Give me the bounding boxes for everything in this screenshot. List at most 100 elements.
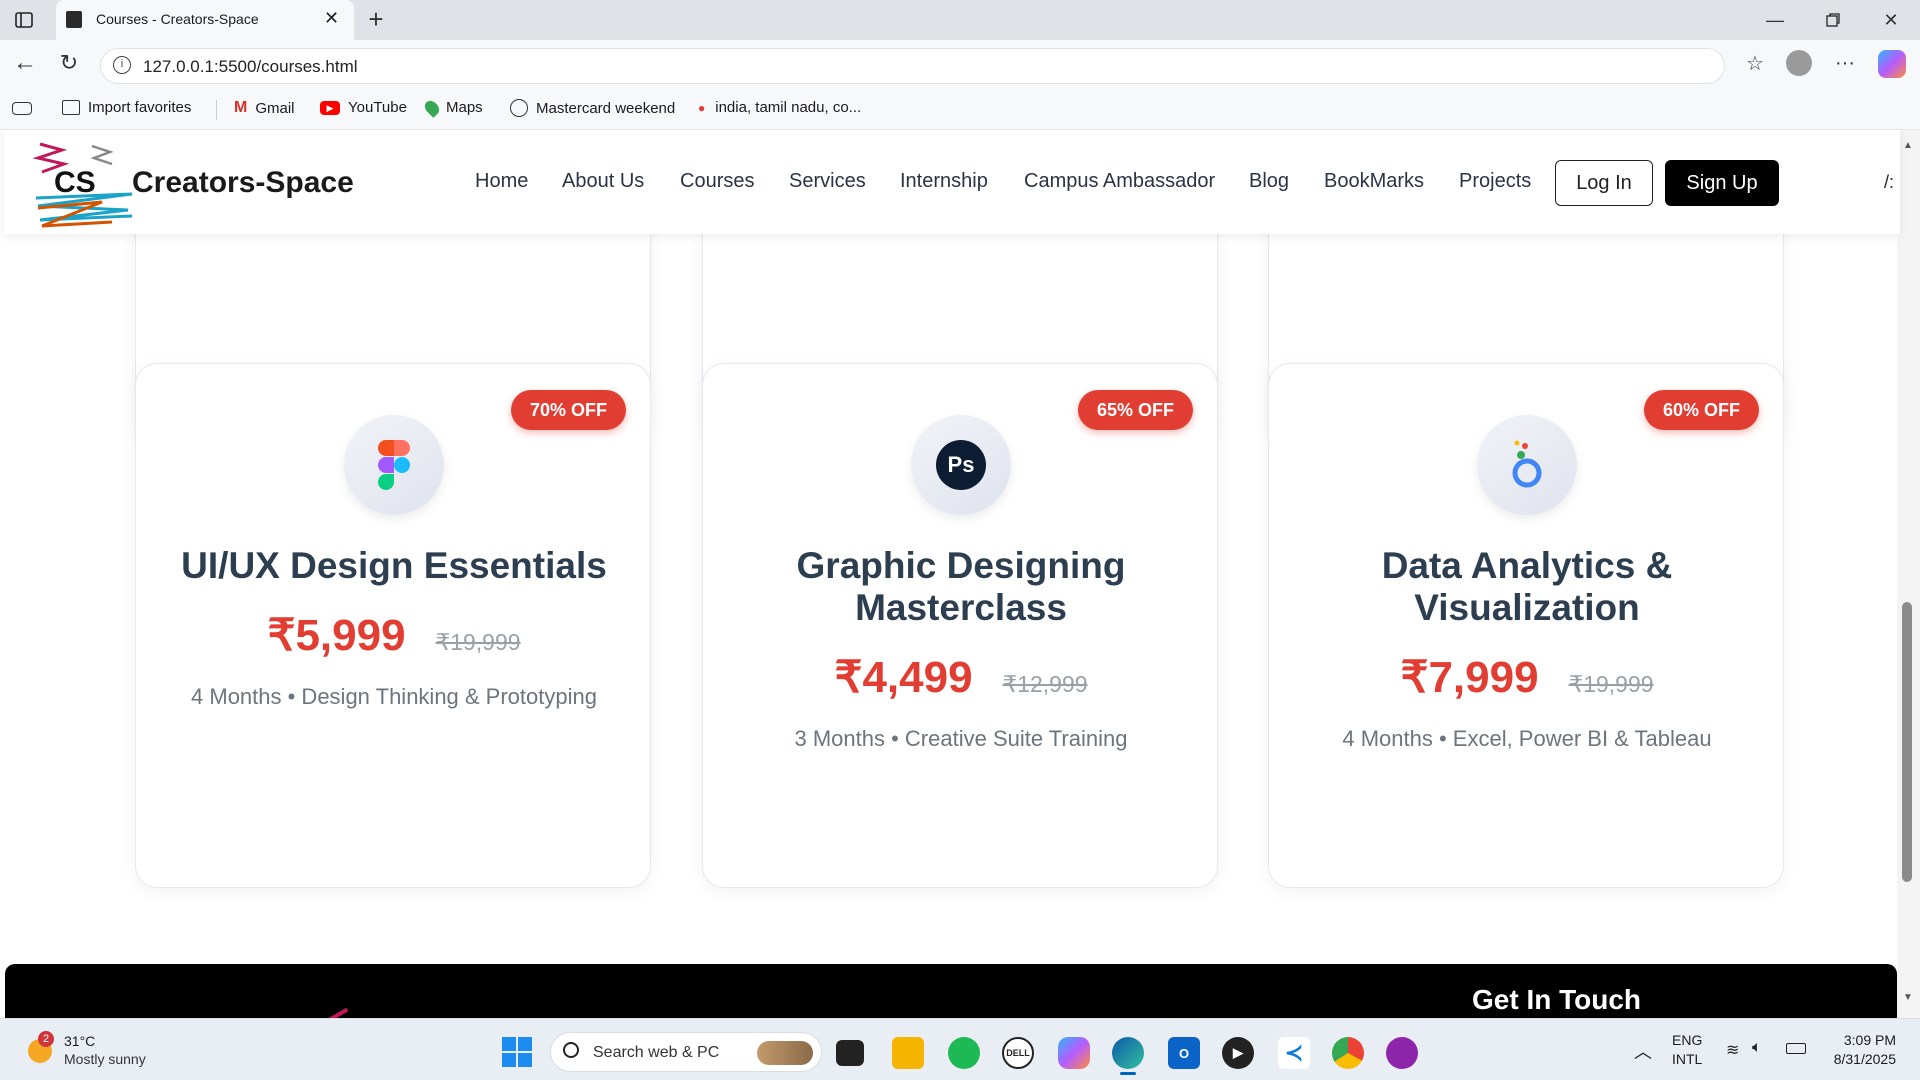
browser-tab-bar: Courses - Creators-Space ✕ + — ✕ xyxy=(0,0,1920,40)
minimize-icon[interactable]: — xyxy=(1760,6,1790,34)
nav-bookmarks[interactable]: BookMarks xyxy=(1324,170,1424,193)
weather-temp: 31°C xyxy=(64,1033,96,1049)
course-price: ₹4,499 xyxy=(834,653,973,702)
back-icon[interactable]: ← xyxy=(10,48,40,78)
close-tab-icon[interactable]: ✕ xyxy=(324,8,339,29)
signup-button[interactable]: Sign Up xyxy=(1665,160,1779,206)
price-row: ₹4,499 ₹12,999 xyxy=(703,652,1219,703)
fav-mastercard[interactable]: Mastercard weekend xyxy=(510,99,675,117)
profile-avatar-icon[interactable] xyxy=(1786,50,1812,76)
course-old-price: ₹19,999 xyxy=(1568,671,1654,697)
site-navbar: CS Creators-Space Home About Us Courses … xyxy=(4,130,1900,234)
page-scrollbar[interactable]: ▲ ▼ xyxy=(1897,130,1920,1018)
address-bar[interactable]: i 127.0.0.1:5500/courses.html xyxy=(100,48,1725,84)
login-button[interactable]: Log In xyxy=(1555,160,1653,206)
photoshop-icon: Ps xyxy=(936,440,986,490)
battery-icon[interactable] xyxy=(1786,1043,1806,1054)
price-row: ₹7,999 ₹19,999 xyxy=(1269,652,1785,703)
search-icon xyxy=(563,1042,579,1058)
globe-icon xyxy=(510,99,528,117)
weather-desc: Mostly sunny xyxy=(64,1051,146,1067)
spotify-icon[interactable] xyxy=(948,1037,980,1069)
course-meta: 4 Months • Excel, Power BI & Tableau xyxy=(1342,726,1712,751)
nav-projects[interactable]: Projects xyxy=(1459,170,1531,193)
course-title[interactable]: Graphic Designing Masterclass xyxy=(793,545,1129,629)
wifi-icon[interactable]: ≋ xyxy=(1726,1040,1739,1060)
refresh-icon[interactable]: ↻ xyxy=(54,48,84,78)
fav-maps[interactable]: Maps xyxy=(422,97,483,118)
course-price: ₹5,999 xyxy=(267,611,406,660)
clock-time: 3:09 PM xyxy=(1843,1032,1896,1048)
active-tab[interactable]: Courses - Creators-Space ✕ xyxy=(56,0,354,40)
favorites-icon[interactable]: ☆ xyxy=(1740,48,1770,78)
copilot-app-icon[interactable] xyxy=(1058,1037,1090,1069)
search-highlight-icon xyxy=(757,1041,813,1065)
volume-icon[interactable]: 🔈︎ xyxy=(1752,1039,1762,1057)
course-old-price: ₹19,999 xyxy=(435,629,521,655)
weather-widget[interactable]: 2 31°C Mostly sunny xyxy=(24,1031,164,1071)
fav-location[interactable]: ● india, tamil nadu, co... xyxy=(698,99,861,116)
podcast-app-icon[interactable] xyxy=(1386,1037,1418,1069)
brand-name[interactable]: Creators-Space xyxy=(132,166,354,200)
edge-icon[interactable] xyxy=(1112,1037,1144,1069)
copilot-icon[interactable] xyxy=(1878,50,1906,78)
site-info-icon[interactable]: i xyxy=(113,56,131,74)
language-indicator[interactable]: ENG INTL xyxy=(1672,1031,1702,1069)
weather-alert-badge: 2 xyxy=(38,1031,54,1047)
nav-internship[interactable]: Internship xyxy=(900,170,988,193)
clock-date: 8/31/2025 xyxy=(1833,1051,1896,1067)
nav-home[interactable]: Home xyxy=(475,170,528,193)
media-player-icon[interactable]: ▶ xyxy=(1222,1037,1254,1069)
scrollbar-thumb[interactable] xyxy=(1902,602,1912,882)
brand-logo[interactable]: CS xyxy=(32,136,138,232)
show-hidden-icons[interactable]: ︿ xyxy=(1634,1038,1652,1064)
outlook-icon[interactable]: O xyxy=(1168,1037,1200,1069)
chrome-icon[interactable] xyxy=(1332,1037,1364,1069)
course-logo xyxy=(1477,415,1577,515)
page-viewport: CS Creators-Space Home About Us Courses … xyxy=(0,130,1920,1018)
scroll-up-icon[interactable]: ▲ xyxy=(1903,140,1913,151)
looker-studio-icon xyxy=(1512,440,1542,488)
file-explorer-icon[interactable] xyxy=(892,1037,924,1069)
fav-divider xyxy=(216,100,217,120)
windows-logo-icon xyxy=(502,1037,516,1051)
scroll-down-icon[interactable]: ▼ xyxy=(1903,992,1913,1003)
clock[interactable]: 3:09 PM 8/31/2025 xyxy=(1826,1031,1896,1069)
vscode-icon[interactable]: ≺ xyxy=(1278,1037,1310,1069)
price-row: ₹5,999 ₹19,999 xyxy=(136,610,652,661)
fav-import[interactable]: Import favorites xyxy=(62,99,191,116)
course-title[interactable]: UI/UX Design Essentials xyxy=(136,545,652,587)
figma-icon xyxy=(378,440,410,490)
import-icon xyxy=(62,100,80,115)
nav-blog[interactable]: Blog xyxy=(1249,170,1289,193)
course-card[interactable]: 60% OFF Data Analytics & Visualization ₹… xyxy=(1268,363,1784,888)
course-logo: Ps xyxy=(911,415,1011,515)
url-text[interactable]: 127.0.0.1:5500/courses.html xyxy=(143,57,358,77)
fav-gmail[interactable]: M Gmail xyxy=(234,99,295,117)
restore-icon[interactable] xyxy=(1818,6,1848,34)
drop-icon: ● xyxy=(698,100,706,115)
tab-favicon-icon xyxy=(66,11,82,28)
theme-toggle[interactable]: /: xyxy=(1884,172,1894,193)
footer-logo-scribble-icon xyxy=(323,1007,349,1018)
course-price: ₹7,999 xyxy=(1400,653,1539,702)
nav-services[interactable]: Services xyxy=(789,170,866,193)
task-view-icon[interactable] xyxy=(836,1040,864,1066)
search-placeholder: Search web & PC xyxy=(593,1044,720,1061)
nav-campus-ambassador[interactable]: Campus Ambassador xyxy=(1024,170,1215,193)
nav-courses[interactable]: Courses xyxy=(680,170,754,193)
course-card[interactable]: 70% OFF UI/UX Design Essentials ₹5,999 ₹… xyxy=(135,363,651,888)
fav-youtube[interactable]: ▶ YouTube xyxy=(320,99,407,116)
course-logo xyxy=(344,415,444,515)
course-card[interactable]: 65% OFF Ps Graphic Designing Masterclass… xyxy=(702,363,1218,888)
collections-icon[interactable] xyxy=(12,102,32,115)
taskbar-search[interactable]: Search web & PC xyxy=(550,1032,822,1072)
dell-icon[interactable]: DELL xyxy=(1002,1037,1034,1069)
course-title[interactable]: Data Analytics & Visualization xyxy=(1359,545,1695,629)
close-window-icon[interactable]: ✕ xyxy=(1876,6,1906,34)
nav-about-us[interactable]: About Us xyxy=(562,170,644,193)
new-tab-icon[interactable]: + xyxy=(362,4,390,34)
start-button[interactable] xyxy=(502,1037,532,1067)
tab-actions-icon[interactable] xyxy=(10,8,38,32)
more-menu-icon[interactable]: ··· xyxy=(1830,48,1860,78)
